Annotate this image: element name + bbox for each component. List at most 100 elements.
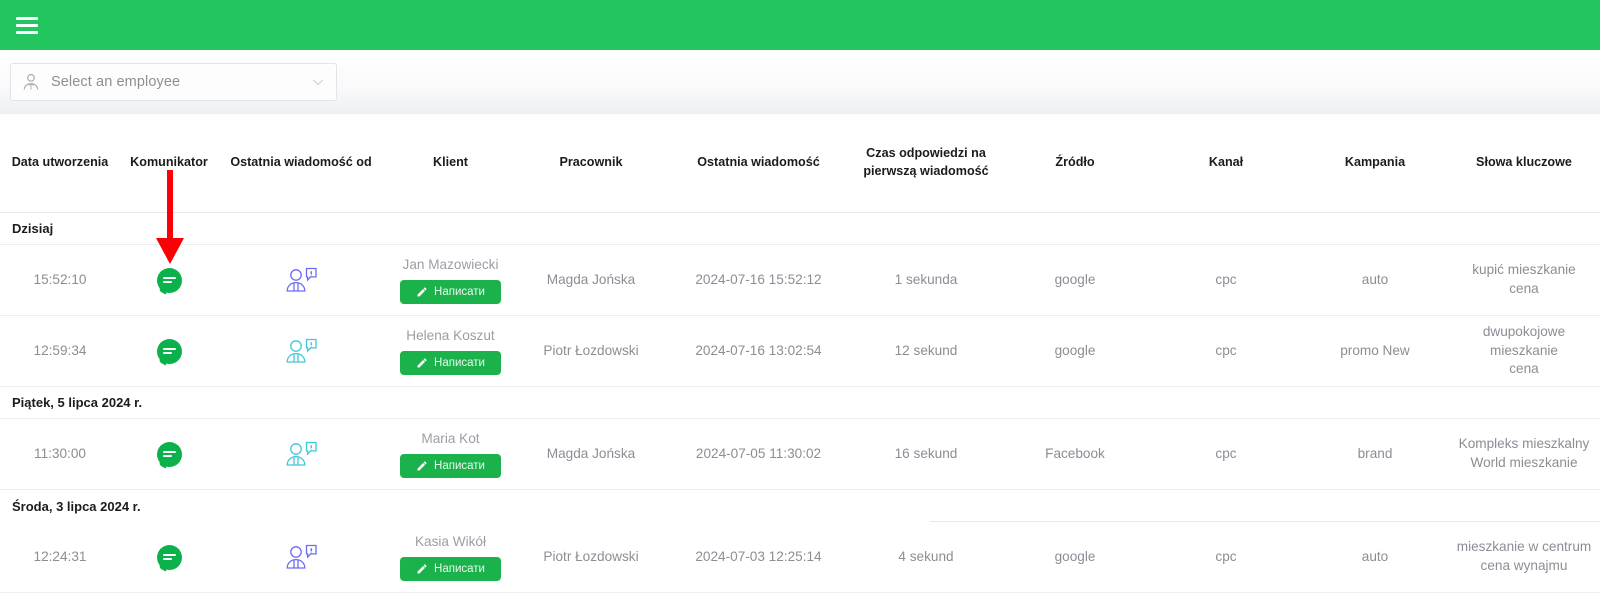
cell-client: Kasia Wikół Написати	[384, 527, 517, 587]
table-row[interactable]: 12:24:31 Kasia Wikół Написати Piotr Łozdows…	[0, 522, 1600, 593]
cell-line: google	[1054, 548, 1096, 564]
cell-line: 11:30:00	[34, 445, 86, 461]
cell-line: 2024-07-05 11:30:02	[695, 445, 822, 461]
cell-campaign: auto	[1302, 542, 1448, 573]
pencil-icon	[417, 287, 427, 297]
pencil-icon	[417, 358, 427, 368]
date-group-label: Piątek, 5 lipca 2024 r.	[12, 395, 143, 410]
date-group-label: Środa, 3 lipca 2024 r.	[12, 498, 141, 514]
write-message-button[interactable]: Написати	[400, 279, 501, 304]
client-speech-icon	[286, 338, 317, 363]
operator-speech-icon	[286, 544, 317, 569]
hamburger-line	[16, 16, 38, 20]
cell-channel: cpc	[1150, 336, 1302, 367]
cell-line: cpc	[1215, 445, 1237, 461]
green-chat-bubble-icon[interactable]	[156, 441, 182, 467]
chat-lines	[162, 552, 176, 562]
cell-created-time: 12:59:34	[0, 336, 120, 367]
cell-line: Magda Jońska	[546, 445, 636, 461]
hamburger-menu-icon[interactable]	[16, 16, 38, 34]
cell-keywords: kupić mieszkanie cena	[1448, 255, 1600, 305]
green-chat-bubble-icon[interactable]	[156, 544, 182, 570]
cell-line: dwupokojowe	[1482, 323, 1566, 339]
client-name: Kasia Wikół	[414, 534, 486, 550]
cell-line: cpc	[1215, 342, 1237, 358]
cell-line: 12 sekund	[894, 342, 958, 358]
cell-line: cena	[1509, 361, 1539, 377]
table-header-row: Data utworzenia Komunikator Ostatnia wia…	[0, 114, 1600, 213]
cell-line: brand	[1357, 445, 1393, 461]
cell-keywords: Kompleks mieszkalny World mieszkanie	[1448, 429, 1600, 479]
cell-last-message: 2024-07-16 13:02:54	[665, 336, 852, 367]
table-row[interactable]: 15:52:10 Jan Mazowiecki Написати Magda Jońs…	[0, 245, 1600, 316]
chat-lines	[162, 346, 176, 356]
cell-line: auto	[1361, 271, 1389, 287]
column-header-pracownik[interactable]: Pracownik	[517, 154, 665, 172]
cell-line: World mieszkanie	[1470, 455, 1578, 470]
client-speech-icon	[286, 441, 317, 466]
cell-line: cpc	[1215, 548, 1237, 564]
pencil-icon	[417, 461, 427, 471]
pencil-icon	[417, 564, 427, 574]
table-body: Dzisiaj 15:52:10 Jan Mazowiecki Написати Mag…	[0, 213, 1600, 593]
filter-bar: Select an employee	[0, 50, 1600, 113]
cell-line: 2024-07-03 12:25:14	[695, 548, 822, 564]
column-header-slowa-kluczowe[interactable]: Słowa kluczowe	[1448, 154, 1600, 172]
column-header-zrodlo[interactable]: Źródło	[1000, 154, 1150, 172]
employee-select-placeholder: Select an employee	[51, 73, 181, 90]
write-message-button[interactable]: Написати	[400, 453, 501, 478]
cell-channel: cpc	[1150, 265, 1302, 296]
table-row[interactable]: 12:59:34 Helena Koszut Написати Piotr Łozdo…	[0, 316, 1600, 387]
app-root: Select an employee Data utworzenia Komun…	[0, 0, 1600, 608]
cell-last-message: 2024-07-16 15:52:12	[665, 265, 852, 296]
cell-last-message-from	[218, 534, 384, 580]
cell-first-response-time: 12 sekund	[852, 336, 1000, 367]
cell-campaign: promo New	[1302, 336, 1448, 367]
date-group-label: Dzisiaj	[12, 221, 54, 236]
cell-line: cpc	[1215, 271, 1237, 287]
cell-last-message-from	[218, 431, 384, 477]
column-header-klient[interactable]: Klient	[384, 154, 517, 172]
cell-line: promo New	[1340, 342, 1410, 358]
column-header-kanal[interactable]: Kanał	[1150, 154, 1302, 172]
column-header-czas-odpowiedzi[interactable]: Czas odpowiedzi na pierwszą wiadomość	[852, 145, 1000, 181]
cell-campaign: auto	[1302, 265, 1448, 296]
column-header-ostatnia-wiadomosc-od[interactable]: Ostatnia wiadomość od	[218, 154, 384, 172]
date-group-header: Dzisiaj	[0, 213, 1600, 245]
top-navigation-bar	[0, 0, 1600, 50]
column-header-data-utworzenia[interactable]: Data utworzenia	[0, 154, 120, 172]
employee-select[interactable]: Select an employee	[10, 62, 337, 101]
cell-channel: cpc	[1150, 542, 1302, 573]
cell-messenger	[120, 262, 218, 299]
cell-line: 1 sekunda	[894, 271, 958, 287]
cell-created-time: 12:24:31	[0, 542, 120, 573]
cell-employee: Piotr Łozdowski	[517, 336, 665, 367]
green-chat-bubble-icon[interactable]	[156, 338, 182, 364]
cell-messenger	[120, 333, 218, 370]
chevron-down-icon[interactable]	[310, 74, 326, 90]
cell-line: Facebook	[1045, 445, 1105, 461]
write-button-label: Написати	[434, 459, 485, 472]
cell-first-response-time: 1 sekunda	[852, 265, 1000, 296]
cell-source: Facebook	[1000, 439, 1150, 470]
cell-line: cena wynajmu	[1480, 558, 1568, 573]
column-header-komunikator[interactable]: Komunikator	[120, 154, 218, 172]
cell-employee: Piotr Łozdowski	[517, 542, 665, 573]
hamburger-line	[16, 23, 38, 27]
column-header-kampania[interactable]: Kampania	[1302, 154, 1448, 172]
cell-client: Helena Koszut Написати	[384, 321, 517, 381]
cell-first-response-time: 16 sekund	[852, 439, 1000, 470]
cell-line: google	[1054, 342, 1096, 358]
write-message-button[interactable]: Написати	[400, 556, 501, 581]
table-row[interactable]: 11:30:00 Maria Kot Написати Magda Jońska 202…	[0, 419, 1600, 490]
cell-line: mieszkanie	[1490, 342, 1558, 358]
cell-line: 16 sekund	[894, 445, 958, 461]
cell-line: Piotr Łozdowski	[543, 342, 639, 358]
green-chat-bubble-icon[interactable]	[156, 267, 182, 293]
column-header-ostatnia-wiadomosc[interactable]: Ostatnia wiadomość	[665, 154, 852, 172]
cell-source: google	[1000, 265, 1150, 296]
write-message-button[interactable]: Написати	[400, 350, 501, 375]
cell-last-message-from	[218, 257, 384, 303]
cell-last-message: 2024-07-05 11:30:02	[665, 439, 852, 470]
employee-avatar-icon	[23, 73, 39, 90]
